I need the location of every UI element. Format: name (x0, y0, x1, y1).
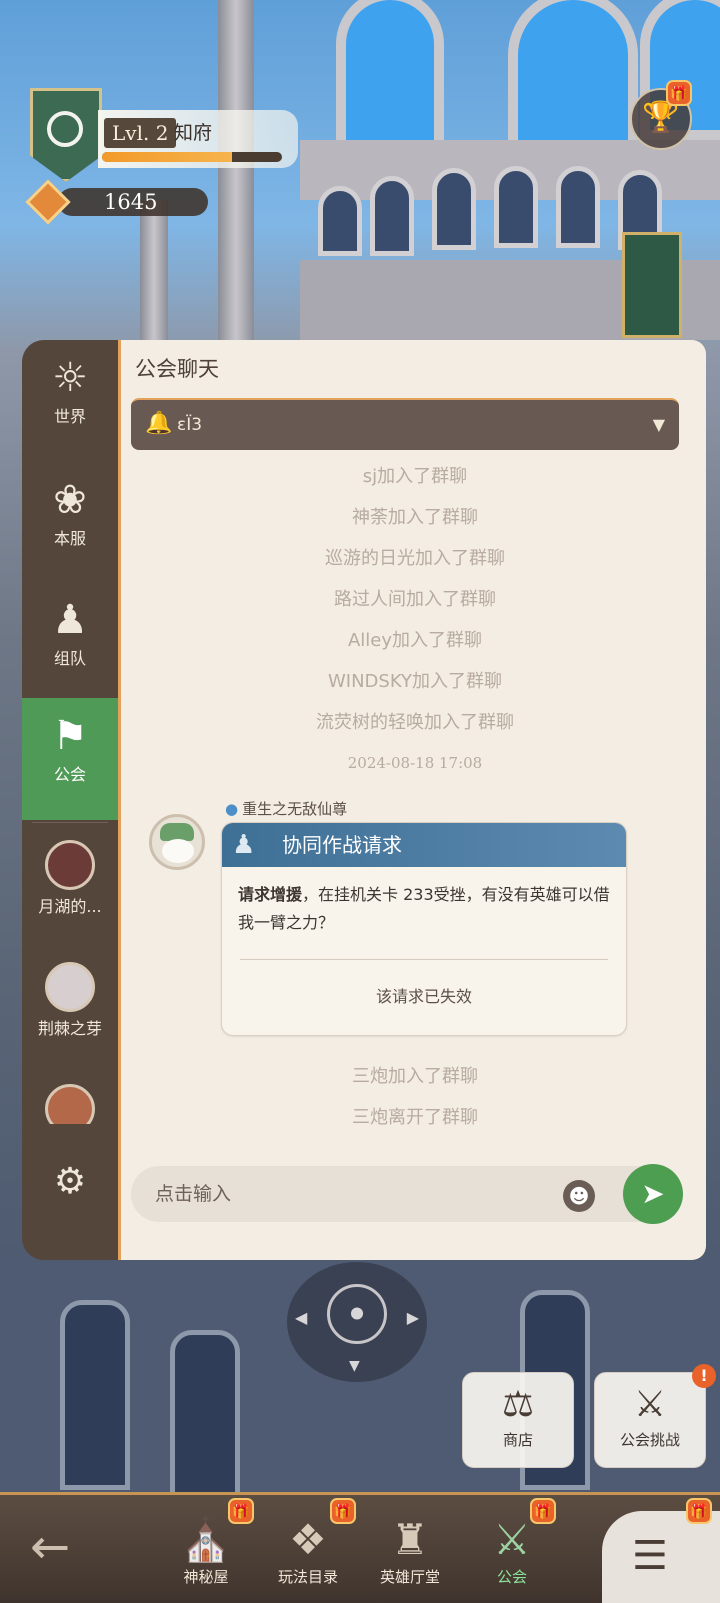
system-message: 三炮加入了群聊 (352, 1066, 478, 1087)
xp-progress-bar (102, 152, 282, 162)
wall-window (494, 166, 538, 248)
card-header: ♟ 协同作战请求 (222, 823, 626, 867)
lower-window (170, 1330, 240, 1500)
message-timestamp: 2024-08-18 17:08 (347, 754, 483, 772)
wall-window (318, 186, 362, 256)
chevron-down-icon: ▼ (652, 415, 665, 434)
assist-request-card[interactable]: ♟ 协同作战请求 请求增援，在挂机关卡 233受挫，有没有英雄可以借我一臂之力？… (221, 822, 627, 1036)
team-icon: ♟ (52, 597, 88, 643)
lower-window (60, 1300, 130, 1490)
sidebar-item-team[interactable]: ♟ 组队 (22, 582, 118, 694)
arch-window (508, 0, 638, 150)
system-message: sj加入了群聊 (362, 466, 468, 487)
sidebar-item-label: 公会 (53, 765, 86, 784)
system-message: 三炮离开了群聊 (352, 1107, 478, 1128)
channel-name: εЇ3 (177, 415, 203, 435)
scales-icon: ⚖ (501, 1384, 535, 1425)
avatar (45, 962, 95, 1012)
gear-icon[interactable]: ⚙ (50, 1162, 90, 1202)
camera-joystick[interactable]: ◀ ⚫ ▶ ▼ (287, 1262, 427, 1382)
gift-badge-icon: 🎁 (330, 1498, 356, 1524)
system-message: Alley加入了群聊 (347, 630, 483, 651)
currency-value: 1645 (104, 190, 158, 214)
nav-item-hero-hall[interactable]: ♜ 英雄厅堂 (360, 1505, 460, 1601)
sidebar-item-world[interactable]: ☼ 世界 (22, 340, 118, 452)
sidebar-item-dm[interactable]: 荆棘之芽 (22, 946, 118, 1058)
card-body-bold: 请求增援 (238, 885, 303, 904)
card-title: 协同作战请求 (282, 833, 402, 857)
avatar (45, 1084, 95, 1124)
sidebar-item-server[interactable]: ❀ 本服 (22, 462, 118, 574)
page-title: 公会聊天 (135, 357, 219, 381)
input-placeholder: 点击输入 (155, 1183, 232, 1205)
system-message: WINDSKY加入了群聊 (327, 671, 502, 692)
sword-icon: ⚔ (633, 1384, 667, 1425)
message-input[interactable]: 点击输入 ☻ ➤ (131, 1164, 683, 1224)
bell-icon: 🔔 (145, 411, 173, 436)
sidebar-item-label: 世界 (53, 407, 86, 426)
sidebar-item-guild[interactable]: ⚑ 公会 (22, 698, 118, 820)
bottom-nav: ← ⛪ 神秘屋 ❖ 玩法目录 ♜ 英雄厅堂 ⚔ 公会 ☰ (0, 1492, 720, 1603)
shop-button[interactable]: ⚖ 商店 (462, 1372, 574, 1468)
guild-banner-decoration (622, 232, 682, 338)
tree-icon: ❀ (53, 477, 87, 523)
avatar[interactable] (149, 814, 205, 870)
helmet-icon: ♜ (391, 1515, 429, 1564)
divider (32, 822, 108, 823)
sidebar-item-label: 组队 (53, 649, 86, 668)
player-rank-title: 知府 (174, 122, 213, 144)
guild-challenge-button[interactable]: ⚔ 公会挑战 (594, 1372, 706, 1468)
chevron-down-icon: ▼ (349, 1358, 360, 1374)
wall-window (432, 168, 476, 250)
back-arrow-icon[interactable]: ← (30, 1519, 70, 1575)
sidebar-item-dm[interactable] (22, 1068, 118, 1124)
avatar (45, 840, 95, 890)
guild-challenge-label: 公会挑战 (619, 1431, 680, 1449)
sidebar-item-label: 月湖的... (38, 897, 102, 916)
gift-badge-icon: 🎁 (530, 1498, 556, 1524)
menu-list-icon: ☰ (632, 1533, 668, 1579)
guild-chat-panel: ☼ 世界 ❀ 本服 ♟ 组队 ⚑ 公会 月湖的... 荆棘之芽 ⚙ 公会聊天 🔔… (22, 340, 706, 1260)
pin-icon: ● (225, 800, 239, 818)
card-body: 请求增援，在挂机关卡 233受挫，有没有英雄可以借我一臂之力？ (238, 881, 618, 937)
system-message: 路过人间加入了群聊 (334, 589, 496, 610)
chat-sidebar: ☼ 世界 ❀ 本服 ♟ 组队 ⚑ 公会 月湖的... 荆棘之芽 ⚙ (22, 340, 118, 1260)
xp-progress-fill (102, 152, 232, 162)
wall-window (370, 176, 414, 256)
divider (240, 959, 608, 960)
wall-window (556, 166, 600, 248)
sender-name-text: 重生之无敌仙尊 (242, 800, 348, 818)
pillar (218, 0, 254, 340)
system-message: 流荧树的轻唤加入了群聊 (316, 712, 514, 733)
guild-banner-icon: ⚑ (52, 713, 88, 759)
nav-label: 玩法目录 (277, 1568, 338, 1586)
boot-icon: ⚫ (327, 1284, 387, 1344)
card-status: 该请求已失效 (375, 987, 472, 1006)
player-level: Lvl. 2 (104, 118, 177, 148)
gift-badge-icon: 🎁 (666, 80, 692, 106)
nav-label: 英雄厅堂 (379, 1568, 440, 1586)
shop-label: 商店 (502, 1431, 533, 1449)
pillar (140, 200, 168, 340)
gift-badge-icon: 🎁 (228, 1498, 254, 1524)
sender-name: ● 重生之无敌仙尊 (225, 798, 347, 820)
alert-badge-icon: ! (692, 1364, 716, 1388)
system-message: 神荼加入了群聊 (352, 507, 478, 528)
sidebar-item-label: 荆棘之芽 (37, 1019, 102, 1038)
chevron-left-icon: ◀ (295, 1308, 308, 1327)
gift-badge-icon: 🎁 (686, 1498, 712, 1524)
people-icon: ♟ (232, 830, 256, 860)
sidebar-item-dm[interactable]: 月湖的... (22, 824, 118, 936)
channel-selector[interactable]: 🔔 εЇ3 ▼ (131, 398, 679, 450)
chevron-right-icon: ▶ (406, 1308, 419, 1327)
sidebar-item-label: 本服 (53, 529, 86, 548)
planet-icon: ☼ (52, 355, 88, 401)
menu-button[interactable]: ☰ (602, 1511, 720, 1603)
system-message: 巡游的日光加入了群聊 (325, 548, 505, 569)
nav-label: 公会 (496, 1568, 527, 1586)
nav-label: 神秘屋 (183, 1568, 229, 1586)
emoji-icon[interactable]: ☻ (563, 1180, 595, 1212)
chat-main: 公会聊天 🔔 εЇ3 ▼ sj加入了群聊 神荼加入了群聊 巡游的日光加入了群聊 … (118, 340, 706, 1260)
send-button[interactable]: ➤ (623, 1164, 683, 1224)
